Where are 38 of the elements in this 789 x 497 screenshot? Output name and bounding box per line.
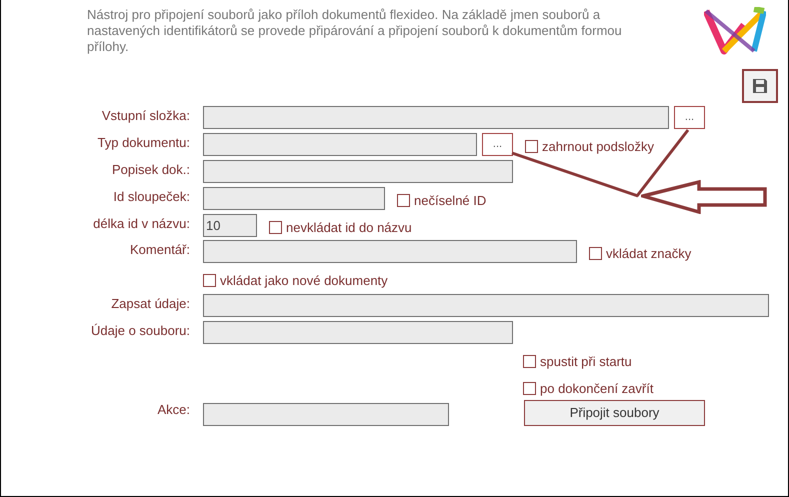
input-field[interactable] — [203, 240, 577, 263]
checkbox-label: vkládat jako nové dokumenty — [220, 272, 388, 290]
checkbox[interactable] — [397, 194, 410, 208]
field-label: Vstupní složka: — [102, 107, 190, 125]
input-field[interactable] — [203, 187, 385, 210]
field-label: Typ dokumentu: — [98, 134, 190, 152]
field-label: Popisek dok.: — [112, 161, 190, 179]
input-field[interactable] — [203, 294, 769, 317]
description: Nástroj pro připojení souborů jako příloh dokumentů flexideo. Na základě jmen souborů a nastavených identifikátorů se provede připárování a připojení souborů k dokumentům formou přílohy. — [87, 7, 623, 55]
checkbox[interactable] — [525, 140, 538, 154]
input-field[interactable] — [203, 106, 669, 129]
input-field[interactable] — [203, 403, 449, 426]
browse-button[interactable]: ... — [482, 133, 513, 156]
field-label: Zapsat údaje: — [111, 295, 190, 313]
field-label: Údaje o souboru: — [90, 322, 190, 340]
checkbox[interactable] — [523, 382, 536, 396]
input-field[interactable]: 10 — [203, 214, 257, 237]
field-label: Akce: — [157, 401, 190, 419]
input-field[interactable] — [203, 160, 513, 183]
input-field[interactable] — [203, 321, 513, 344]
input-field[interactable] — [203, 133, 477, 156]
checkbox[interactable] — [269, 221, 282, 234]
checkbox-label: zahrnout podsložky — [542, 138, 654, 156]
field-label: Komentář: — [130, 241, 190, 259]
checkbox[interactable] — [589, 247, 602, 260]
checkbox[interactable] — [203, 274, 216, 288]
browse-button[interactable]: ... — [674, 106, 705, 129]
save-button[interactable] — [742, 69, 778, 103]
checkbox[interactable] — [523, 355, 536, 368]
checkbox-label: nečíselné ID — [414, 192, 486, 210]
checkbox-label: vkládat značky — [606, 245, 692, 263]
field-label: délka id v názvu: — [93, 215, 190, 233]
field-label: Id sloupeček: — [113, 188, 190, 206]
save-icon — [752, 78, 768, 94]
attach-files-button[interactable]: Připojit soubory — [524, 400, 705, 426]
checkbox-label: po dokončení zavřít — [540, 380, 654, 398]
checkbox-label: nevkládat id do názvu — [286, 219, 412, 237]
checkbox-label: spustit při startu — [540, 353, 632, 371]
